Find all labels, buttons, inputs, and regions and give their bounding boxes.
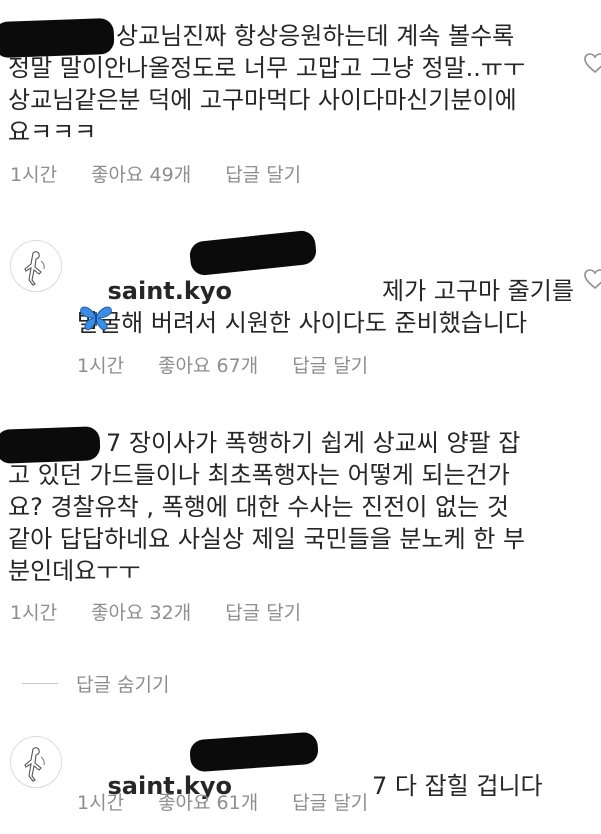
comment-text: 7 장이사가 폭행하기 쉽게 상교씨 양팔 잡 고 있던 가드들이나 최초폭행자… <box>8 429 526 585</box>
divider-line <box>22 683 58 684</box>
likes-count[interactable]: 좋아요 67개 <box>158 351 258 378</box>
comment-text-body: 7 다 잡힐 겁니다 <box>372 772 543 800</box>
avatar-figure-icon <box>24 747 45 782</box>
avatar-figure-icon <box>24 251 45 286</box>
likes-count[interactable]: 좋아요 32개 <box>91 598 191 625</box>
comment-time: 1시간 <box>10 602 58 624</box>
hide-replies-toggle[interactable]: 답글 숨기기 <box>22 670 169 697</box>
blue-butterfly-emoji <box>80 306 112 331</box>
comment-meta: 1시간 좋아요 32개 답글 달기 <box>10 598 301 625</box>
comment-text: 상교님진짜 항상응원하는데 계속 볼수록 정말 말이안나올정도로 너무 고맙고 … <box>8 22 526 146</box>
comment-meta: 1시간 좋아요 67개 답글 달기 <box>77 351 368 378</box>
comment-username[interactable]: saint.kyo <box>108 277 232 305</box>
heart-outline-icon[interactable] <box>583 52 601 74</box>
avatar[interactable] <box>10 240 62 292</box>
comment-time: 1시간 <box>10 164 58 186</box>
comment-text: saint.kyo 7 다 잡힐 겁니다 <box>77 738 582 834</box>
avatar[interactable] <box>10 736 62 788</box>
reply-button[interactable]: 답글 달기 <box>225 598 301 625</box>
comment-time: 1시간 <box>77 355 125 377</box>
likes-count[interactable]: 좋아요 49개 <box>91 160 191 187</box>
reply-button[interactable]: 답글 달기 <box>292 351 368 378</box>
heart-outline-icon[interactable] <box>583 268 601 290</box>
hide-replies-label[interactable]: 답글 숨기기 <box>76 670 169 697</box>
reply-button[interactable]: 답글 달기 <box>225 160 301 187</box>
comment-meta: 1시간 좋아요 49개 답글 달기 <box>10 160 301 187</box>
